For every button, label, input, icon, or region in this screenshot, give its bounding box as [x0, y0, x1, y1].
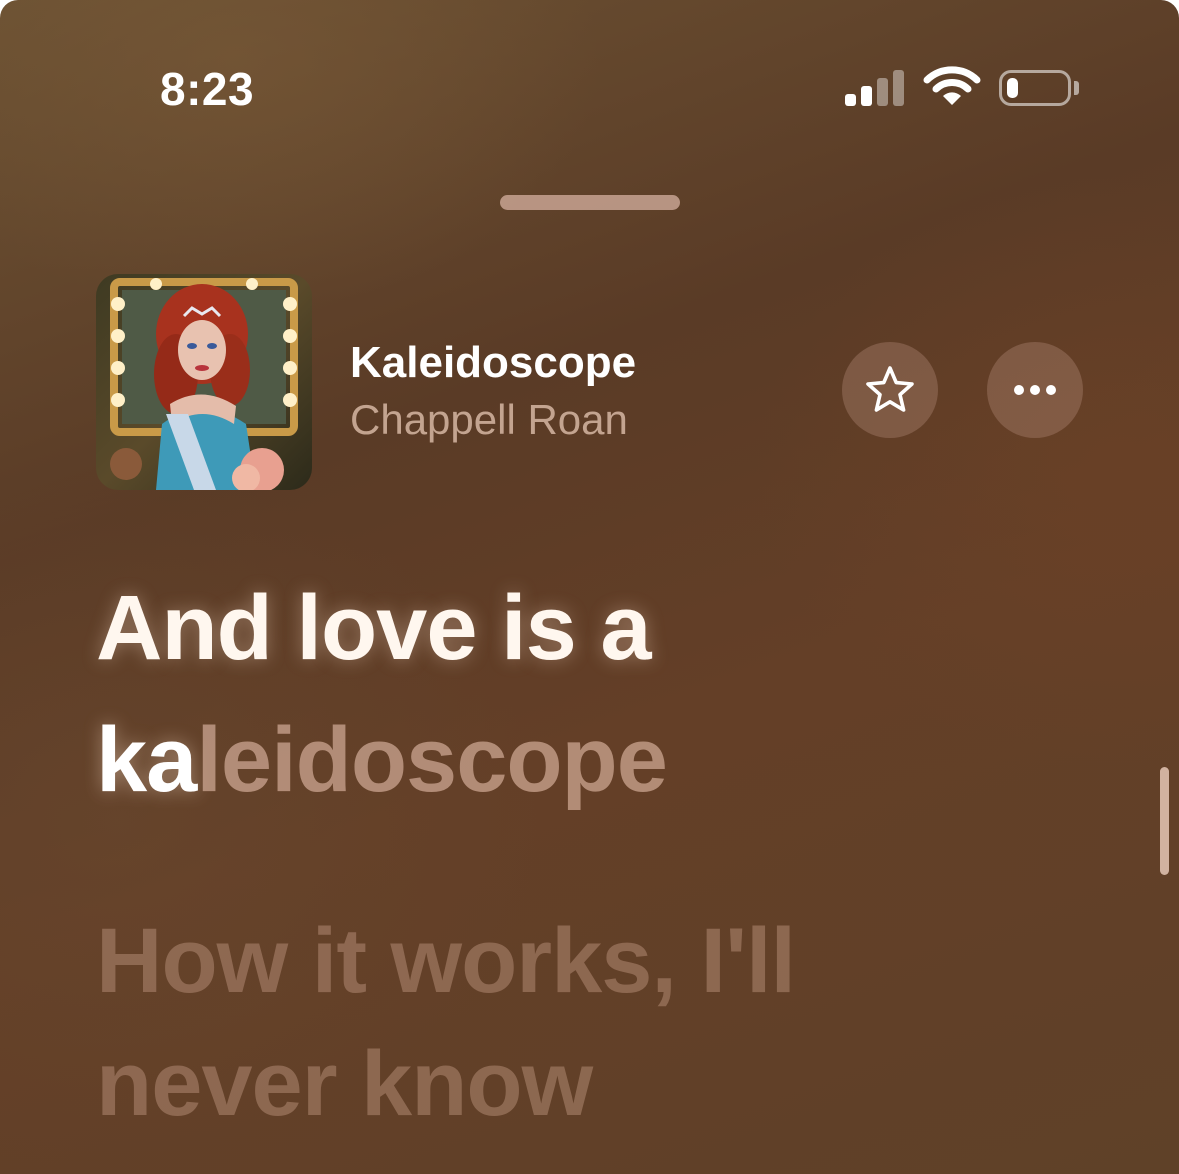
more-options-button[interactable]	[987, 342, 1083, 438]
lyrics-screen: 8:23 Kaleidoscope Chappell Roan And love…	[0, 0, 1179, 1174]
sheet-grabber-handle[interactable]	[500, 195, 680, 210]
album-artwork-image	[96, 274, 312, 490]
lyric-sung-portion: ka	[96, 709, 197, 811]
signal-bar	[861, 86, 872, 106]
lyric-line-upcoming-continued[interactable]: never know	[96, 1038, 593, 1130]
song-title[interactable]: Kaleidoscope	[350, 338, 636, 388]
lyric-unsung-portion: leidoscope	[196, 709, 668, 811]
battery-level	[1007, 78, 1018, 98]
battery-cap	[1074, 81, 1079, 95]
song-artist[interactable]: Chappell Roan	[350, 396, 628, 444]
favorite-button[interactable]	[842, 342, 938, 438]
battery-icon	[999, 70, 1071, 106]
signal-bar	[845, 94, 856, 106]
star-outline-icon	[866, 366, 914, 412]
scroll-indicator[interactable]	[1160, 767, 1169, 875]
lyric-line-active-continued[interactable]: kaleidoscope	[96, 714, 668, 806]
lyric-line-active[interactable]: And love is a	[96, 582, 651, 674]
album-artwork[interactable]	[96, 274, 312, 490]
signal-bar	[877, 78, 888, 106]
wifi-icon	[923, 66, 981, 105]
status-time: 8:23	[160, 63, 255, 115]
signal-bar	[893, 70, 904, 106]
lyric-line-upcoming[interactable]: How it works, I'll	[96, 915, 796, 1007]
ellipsis-icon	[1014, 385, 1056, 395]
cellular-signal-icon	[845, 70, 907, 106]
